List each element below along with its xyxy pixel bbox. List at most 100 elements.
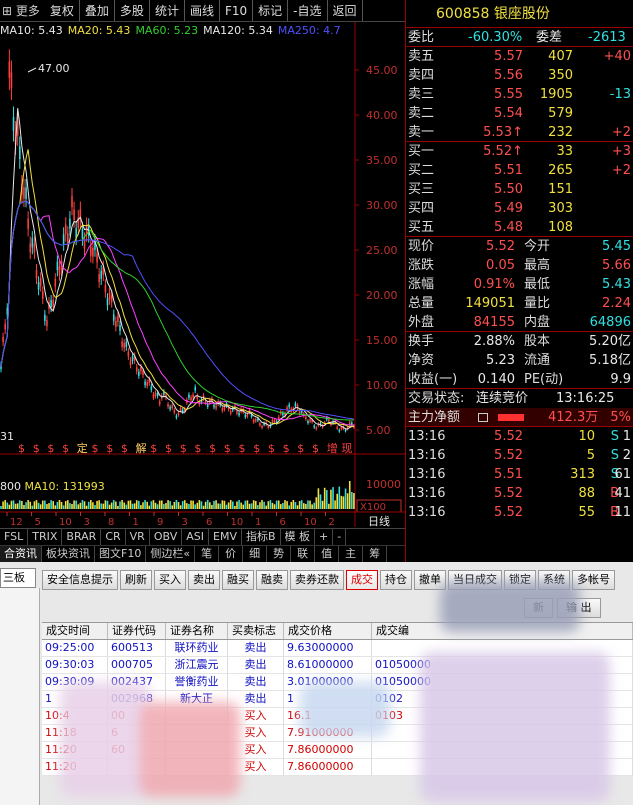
toolbar-button-f10[interactable]: F10	[220, 0, 254, 21]
sub-tab[interactable]: 合资讯	[0, 546, 42, 562]
tick-count: 11	[614, 505, 631, 520]
stat-value: 2.88%	[473, 334, 515, 349]
indicator-tab[interactable]: CR	[101, 529, 126, 545]
toolbar-button-overlay[interactable]: 叠加	[80, 0, 115, 21]
volume-bar	[315, 497, 318, 509]
sub-tab[interactable]: 板块资讯	[42, 546, 95, 562]
trade-button[interactable]: 多帐号	[572, 570, 615, 590]
stat-value: 84155	[473, 315, 515, 330]
webi-label: 委比	[408, 30, 435, 45]
quote-header: 600858 银座股份	[406, 0, 633, 28]
col-name[interactable]: 证券名称	[166, 623, 228, 639]
x-axis-label: 2	[329, 517, 335, 527]
col-time[interactable]: 成交时间	[42, 623, 108, 639]
trade-button[interactable]: 卖券还款	[290, 570, 344, 590]
indicator-tab[interactable]: TRIX	[28, 529, 63, 545]
toolbar-button-adjust[interactable]: 复权	[45, 0, 80, 21]
x-axis-label: 8	[108, 517, 114, 527]
volume-bar	[56, 501, 59, 509]
sub-tab[interactable]: 联	[291, 546, 316, 562]
sub-tab[interactable]: 笔	[195, 546, 220, 562]
trade-button[interactable]: 安全信息提示	[42, 570, 118, 590]
volume-bar	[156, 504, 159, 509]
volume-bar	[317, 488, 320, 509]
stat-row: 涨幅 0.91% 最低 5.43	[406, 275, 633, 294]
tick-price: 5.52	[494, 505, 523, 520]
indicator-tab[interactable]: ASI	[182, 529, 209, 545]
volume-bar	[290, 501, 293, 509]
trade-button[interactable]: 买入	[154, 570, 186, 590]
sub-tab[interactable]: 价	[219, 546, 244, 562]
toolbar-button-remove-watchlist[interactable]: -自选	[288, 0, 328, 21]
event-mark: $	[18, 442, 25, 455]
candle-body	[336, 426, 339, 429]
kline-chart-area[interactable]: 45.00 40.00 35.00 30.00 25.00 20.00 15.00 10.00…	[0, 22, 405, 527]
indicator-tab[interactable]: 模 板	[281, 529, 316, 545]
indicator-tab[interactable]: +	[315, 529, 334, 545]
event-mark: $	[224, 442, 231, 455]
toolbar-button-stats[interactable]: 统计	[150, 0, 185, 21]
sub-tab[interactable]: 筹	[363, 546, 388, 562]
trade-button[interactable]: 卖出	[188, 570, 220, 590]
indicator-tab[interactable]: -	[333, 529, 347, 545]
ma-legend-item: MA10: 5.43	[0, 24, 63, 37]
volume-bar	[46, 504, 48, 509]
tick-count: 2	[622, 448, 631, 463]
indicator-tab[interactable]: OBV	[150, 529, 183, 545]
volume-bar	[108, 504, 111, 509]
stat-value: 5.43	[602, 277, 631, 292]
sub-tab[interactable]: 值	[315, 546, 340, 562]
indicator-tab[interactable]: VR	[126, 529, 150, 545]
indicator-tab[interactable]: EMV	[209, 529, 242, 545]
book-volume: 33	[556, 144, 573, 159]
col-price[interactable]: 成交价格	[284, 623, 372, 639]
sub-tab[interactable]: 图文F10	[95, 546, 147, 562]
toolbar-button-mark[interactable]: 标记	[253, 0, 289, 21]
volume-bar	[85, 505, 88, 509]
volume-bar	[64, 501, 67, 509]
indicator-tab[interactable]: BRAR	[62, 529, 102, 545]
ma-line	[0, 200, 354, 420]
more-menu[interactable]: ⊞ 更多	[0, 0, 45, 21]
trade-button[interactable]: 刷新	[120, 570, 152, 590]
volume-bar	[213, 500, 215, 509]
trade-button[interactable]: 持仓	[380, 570, 412, 590]
event-mark: $	[194, 442, 201, 455]
candle-body	[23, 187, 25, 199]
sub-tab[interactable]: 侧边栏«	[146, 546, 196, 562]
volume-bar	[0, 506, 2, 509]
candle-body	[307, 420, 309, 424]
tick-volume: 55	[578, 505, 595, 520]
webi-value: -60.30%	[468, 30, 523, 45]
candle-body	[81, 228, 84, 239]
toolbar-button-draw[interactable]: 画线	[185, 0, 220, 21]
col-code[interactable]: 证券代码	[108, 623, 166, 639]
tick-list: 13:16 5.52 10 S 1 13:16 5.52 5 S 2 13:16 5.51 313 S 61…	[406, 427, 633, 522]
volume-bar	[351, 491, 353, 509]
kline-chart[interactable]: 45.0040.0035.0030.0025.0020.0015.0010.00…	[0, 22, 405, 527]
volume-bar	[200, 501, 203, 509]
toolbar-button-multi[interactable]: 多股	[115, 0, 150, 21]
side-tab[interactable]: 三板	[0, 568, 36, 588]
volume-bar	[209, 502, 211, 509]
indicator-tab[interactable]: FSL	[0, 529, 29, 545]
main-flow-row[interactable]: 主力净额 412.3万 5%	[406, 408, 633, 427]
sub-tab[interactable]: 势	[267, 546, 292, 562]
volume-bar	[69, 503, 71, 509]
col-flag[interactable]: 买卖标志	[228, 623, 284, 639]
book-volume: 151	[548, 182, 573, 197]
trade-button[interactable]: 成交	[346, 570, 378, 590]
high-price-label: 47.00	[38, 62, 70, 75]
trade-button[interactable]: 融买	[222, 570, 254, 590]
trade-button[interactable]: 融卖	[256, 570, 288, 590]
book-price: 5.56	[494, 68, 523, 83]
x-axis-label: 10	[231, 517, 244, 527]
sub-tab[interactable]: 主	[339, 546, 364, 562]
toolbar-button-back[interactable]: 返回	[328, 0, 363, 21]
menu-icon[interactable]	[478, 413, 488, 422]
candle-body	[121, 341, 123, 347]
sub-tab[interactable]: 细	[243, 546, 268, 562]
candle-body	[309, 419, 311, 422]
indicator-tab[interactable]: 指标B	[242, 529, 281, 545]
x-axis-label: 12	[10, 517, 23, 527]
